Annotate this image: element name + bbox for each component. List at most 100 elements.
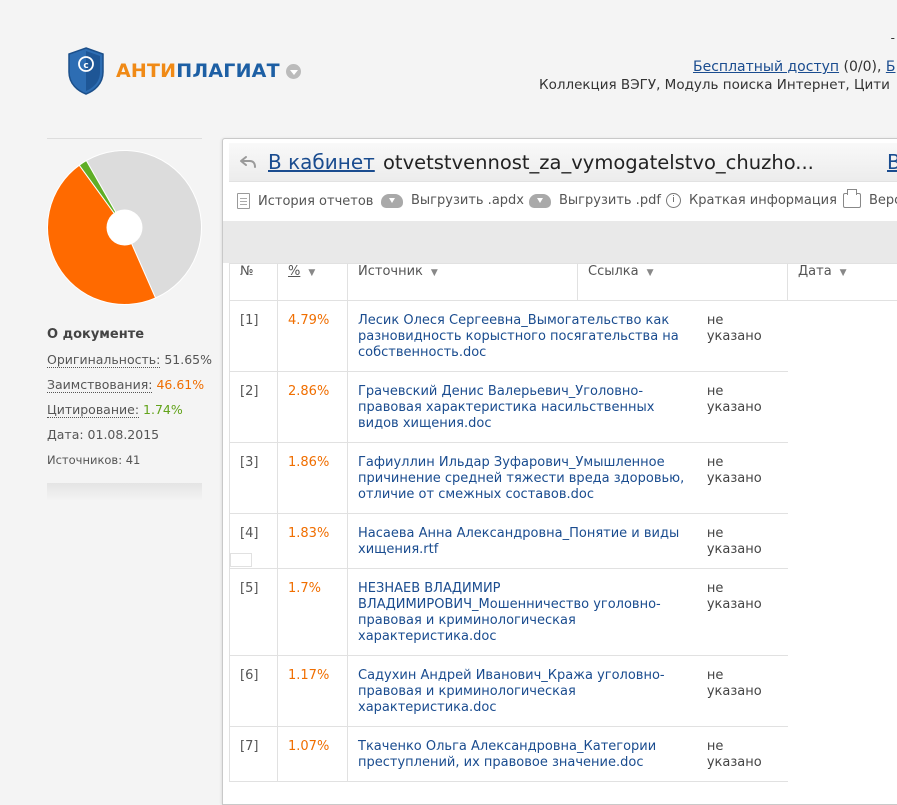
source-link[interactable]: Ткаченко Ольга Александровна_Категории п… — [358, 739, 697, 771]
shield-copyright-icon: c — [66, 46, 106, 96]
export-pdf-label: Выгрузить .pdf — [559, 193, 661, 208]
citation-stat: Цитирование: 1.74% — [47, 402, 183, 417]
row-percent: 4.79% — [278, 301, 348, 372]
citation-label[interactable]: Цитирование: — [47, 402, 139, 418]
export-apdx-button[interactable]: Выгрузить .apdx — [381, 193, 524, 208]
row-percent: 1.07% — [278, 727, 348, 782]
brief-info-label: Краткая информация — [689, 193, 837, 208]
report-panel: В кабинет otvetstvennost_za_vymogatelstv… — [222, 138, 897, 805]
next-header-link[interactable]: Б — [886, 59, 896, 75]
table-row: [5] 1.7% НЕЗНАЕВ ВЛАДИМИР ВЛАДИМИРОВИЧ_М… — [230, 569, 897, 656]
row-number: [2] — [230, 372, 278, 443]
sort-desc-icon: ▼ — [308, 268, 315, 278]
column-header-date[interactable]: Дата▼ — [788, 264, 897, 301]
document-date: Дата: 01.08.2015 — [47, 427, 159, 442]
row-source: Ткаченко Ольга Александровна_Категории п… — [348, 727, 788, 782]
svg-text:c: c — [83, 61, 88, 71]
sort-desc-icon: ▼ — [431, 268, 438, 278]
row-number: [6] — [230, 656, 278, 727]
source-link[interactable]: Садухин Андрей Иванович_Кража уголовно-п… — [358, 668, 697, 716]
sources-table: № %▼ Источник▼ Ссылка▼ Дата▼ [1] 4.79% Л… — [229, 263, 897, 782]
row-link: не указано — [697, 668, 778, 716]
source-link[interactable]: Лесик Олеся Сергеевна_Вымогательство как… — [358, 313, 697, 361]
report-history-button[interactable]: История отчетов — [237, 193, 373, 209]
row-percent: 1.7% — [278, 569, 348, 656]
brief-info-button[interactable]: i Краткая информация — [666, 193, 837, 208]
row-link: не указано — [697, 455, 778, 503]
free-access-count: (0/0), — [844, 59, 882, 75]
row-link: не указано — [697, 739, 778, 771]
free-access-link[interactable]: Бесплатный доступ — [693, 59, 839, 75]
table-row: [3] 1.86% Гафиуллин Ильдар Зуфарович_Умы… — [230, 443, 897, 514]
right-title-link[interactable]: В — [887, 150, 897, 174]
report-toolbar: История отчетов Выгрузить .apdx Выгрузит… — [223, 187, 897, 217]
chevron-down-icon[interactable] — [286, 64, 301, 79]
row-source: Садухин Андрей Иванович_Кража уголовно-п… — [348, 656, 788, 727]
borrowing-stat: Заимствования: 46.61% — [47, 377, 204, 392]
sort-desc-icon: ▼ — [840, 268, 847, 278]
originality-pie-chart — [47, 150, 202, 305]
source-link[interactable]: Насаева Анна Александровна_Понятие и вид… — [358, 526, 697, 558]
table-row: [7] 1.07% Ткаченко Ольга Александровна_К… — [230, 727, 897, 782]
sidebar-footer-shade — [47, 483, 202, 501]
row-source: Гафиуллин Ильдар Зуфарович_Умышленное пр… — [348, 443, 788, 514]
originality-value: 51.65% — [164, 352, 212, 367]
source-link[interactable]: НЕЗНАЕВ ВЛАДИМИР ВЛАДИМИРОВИЧ_Мошенничес… — [358, 581, 697, 645]
row-number: [3] — [230, 443, 278, 514]
table-row: [4] 1.83% Насаева Анна Александровна_Пон… — [230, 514, 897, 569]
pie-center-hole — [107, 210, 143, 246]
row-link: не указано — [697, 313, 778, 361]
column-header-source[interactable]: Источник▼ — [348, 264, 578, 301]
borrowing-label[interactable]: Заимствования: — [47, 377, 152, 393]
row-link: не указано — [697, 384, 778, 432]
header: c АНТИПЛАГИАТ - Бесплатный доступ (0/0),… — [0, 0, 897, 120]
table-row: [2] 2.86% Грачевский Денис Валерьевич_Уг… — [230, 372, 897, 443]
divider — [47, 138, 202, 139]
row-date — [230, 553, 252, 567]
source-link[interactable]: Грачевский Денис Валерьевич_Уголовно-пра… — [358, 384, 697, 432]
document-icon — [237, 193, 250, 209]
table-header-row: № %▼ Источник▼ Ссылка▼ Дата▼ — [230, 264, 897, 301]
printer-icon — [843, 193, 861, 208]
sort-desc-icon: ▼ — [647, 268, 654, 278]
about-document-title: О документе — [47, 327, 144, 342]
row-percent: 1.83% — [278, 514, 348, 569]
print-version-button[interactable]: Верс — [843, 193, 897, 208]
export-apdx-label: Выгрузить .apdx — [411, 193, 524, 208]
row-number: [1] — [230, 301, 278, 372]
row-number: [5] — [230, 569, 278, 656]
column-header-number[interactable]: № — [230, 264, 278, 301]
row-percent: 1.86% — [278, 443, 348, 514]
originality-label[interactable]: Оригинальность: — [47, 352, 160, 368]
originality-stat: Оригинальность: 51.65% — [47, 352, 212, 367]
row-link: не указано — [697, 581, 778, 645]
antiplagiat-logo[interactable]: c АНТИПЛАГИАТ — [66, 46, 301, 96]
to-cabinet-link[interactable]: В кабинет — [268, 150, 375, 174]
info-icon: i — [666, 193, 681, 208]
source-link[interactable]: Гафиуллин Ильдар Зуфарович_Умышленное пр… — [358, 455, 697, 503]
sources-count: Источников: 41 — [47, 453, 140, 467]
sidebar: О документе Оригинальность: 51.65% Заимс… — [47, 138, 202, 139]
row-source: НЕЗНАЕВ ВЛАДИМИР ВЛАДИМИРОВИЧ_Мошенничес… — [348, 569, 788, 656]
table-row: [1] 4.79% Лесик Олеся Сергеевна_Вымогате… — [230, 301, 897, 372]
citation-value: 1.74% — [143, 402, 183, 417]
export-pdf-button[interactable]: Выгрузить .pdf — [529, 193, 661, 208]
cloud-download-icon — [381, 194, 403, 208]
row-link: не указано — [697, 526, 778, 558]
row-source: Насаева Анна Александровна_Понятие и вид… — [348, 514, 788, 569]
column-header-percent[interactable]: %▼ — [278, 264, 348, 301]
print-version-label: Верс — [869, 193, 897, 208]
free-access-line: Бесплатный доступ (0/0), Б — [693, 59, 895, 75]
row-percent: 1.17% — [278, 656, 348, 727]
cloud-download-icon — [529, 194, 551, 208]
report-titlebar: В кабинет otvetstvennost_za_vymogatelstv… — [229, 143, 897, 182]
table-row: [6] 1.17% Садухин Андрей Иванович_Кража … — [230, 656, 897, 727]
row-source: Лесик Олеся Сергеевна_Вымогательство как… — [348, 301, 788, 372]
column-header-link[interactable]: Ссылка▼ — [578, 264, 788, 301]
back-arrow-icon[interactable] — [239, 155, 257, 169]
report-history-label: История отчетов — [258, 194, 373, 209]
collection-info: Коллекция ВЭГУ, Модуль поиска Интернет, … — [539, 77, 890, 93]
row-source: Грачевский Денис Валерьевич_Уголовно-пра… — [348, 372, 788, 443]
row-number: [7] — [230, 727, 278, 782]
row-percent: 2.86% — [278, 372, 348, 443]
